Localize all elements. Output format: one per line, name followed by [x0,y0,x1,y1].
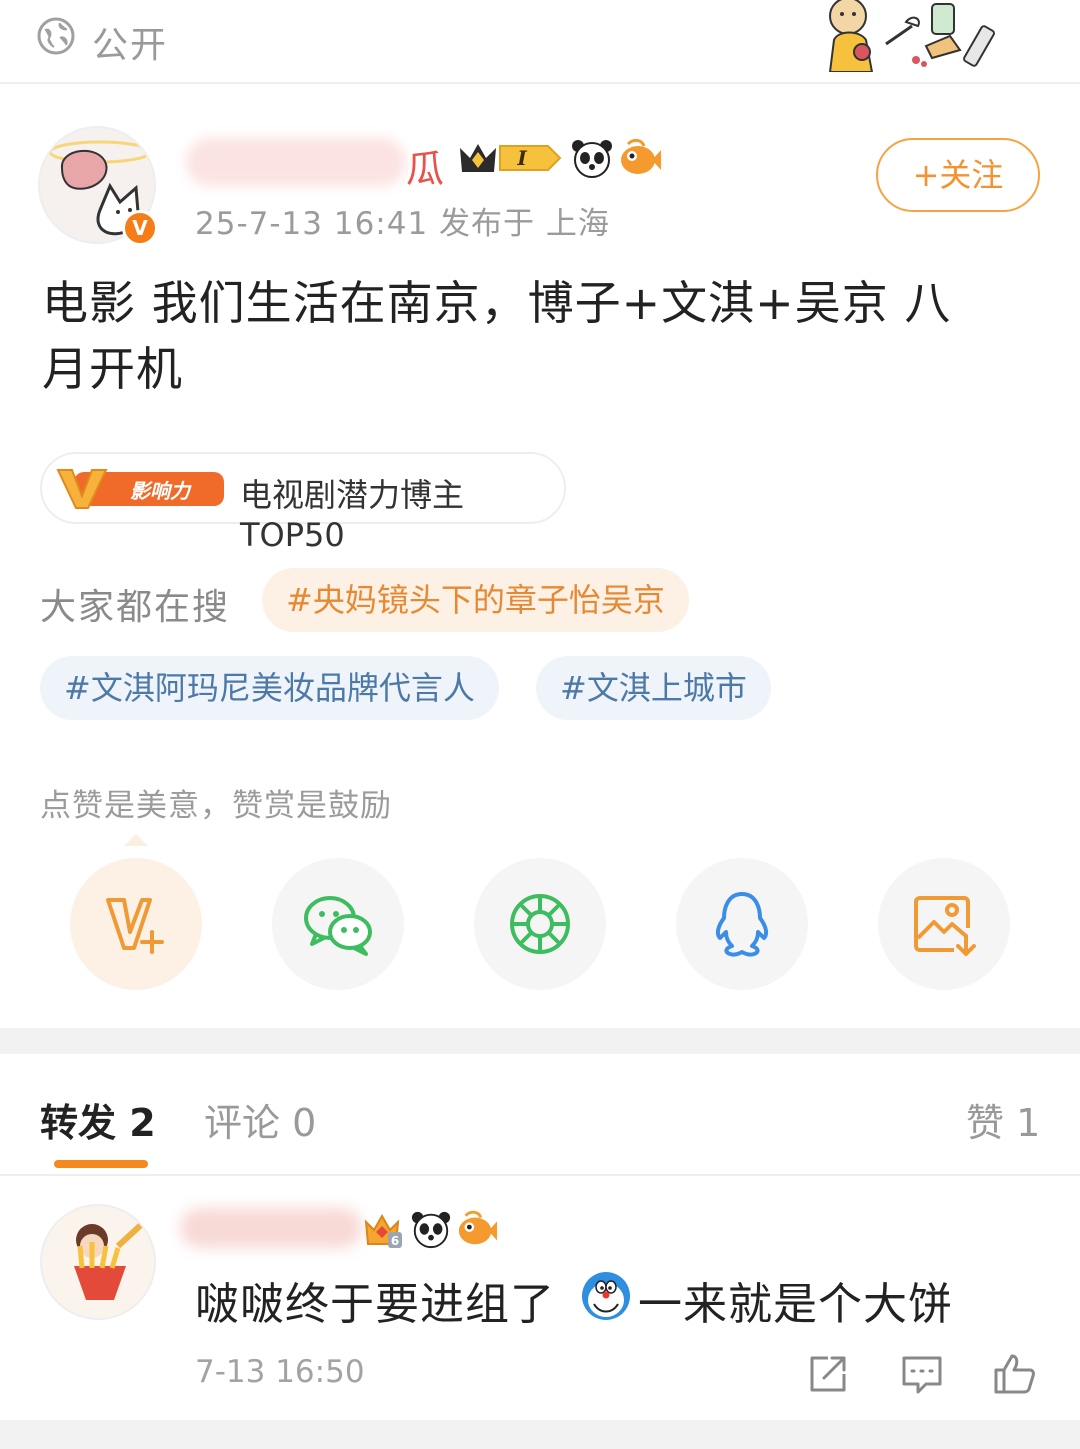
trending-tag[interactable]: #央妈镜头下的章子怡吴京 [262,568,689,632]
share-qq-button[interactable] [676,858,808,990]
decorative-sticker [828,0,995,72]
tab-likes[interactable]: 赞 1 [966,1092,1040,1147]
trending-label: 大家都在搜 [40,587,231,628]
share-wechat-button[interactable] [272,858,404,990]
panda-badge-icon [411,1211,451,1249]
author-name[interactable]: 瓜 [406,138,444,193]
level-badge-text: I [516,146,527,170]
trending-tag[interactable]: #文淇阿玛尼美妆品牌代言人 [40,656,499,720]
share-moments-button[interactable] [474,858,606,990]
panda-badge-icon [572,140,612,178]
comment-text: 一来就是个大饼 [638,1279,953,1330]
hint-caret [124,834,148,846]
reward-button[interactable] [70,858,202,990]
verified-badge: V [122,210,158,246]
commenter-name-redacted[interactable] [180,1208,362,1248]
post-text-line: 电影 我们生活在南京，博子+文淇+吴京 八 [42,276,952,330]
influence-badge-text: 影响力 [130,479,192,503]
active-tab-indicator [54,1160,148,1168]
tab-comments[interactable]: 评论 0 [204,1092,316,1147]
reward-hint: 点赞是美意，赞赏是鼓励 [40,788,392,824]
qq-icon [715,892,769,957]
moments-icon [510,894,570,954]
influence-badge[interactable]: 影响力 电视剧潜力博主TOP50 [40,452,566,554]
bottom-divider [0,1420,1080,1449]
repost-icon[interactable] [806,1352,850,1396]
globe-icon [37,17,75,55]
fish-badge-icon [621,138,661,174]
doraemon-emoji-icon [582,1272,630,1320]
author-name-redacted[interactable] [186,138,406,186]
fish-badge-icon [458,1210,498,1245]
comment-icon[interactable] [900,1352,944,1396]
post-text: 电影 我们生活在南京，博子+文淇+吴京 八 月开机 [42,270,1042,402]
commenter-avatar-image [74,1221,145,1300]
tab-reposts[interactable]: 转发 2 [40,1092,156,1147]
influence-label: 电视剧潜力博主TOP50 [240,476,465,554]
influence-v-icon: 影响力 [56,469,224,509]
visibility-label: 公开 [92,25,169,66]
section-divider [0,1028,1080,1054]
follow-button[interactable]: +关注 [876,138,1040,212]
member-crown-badge-icon: I [460,144,562,172]
comment-time: 7-13 16:50 [195,1354,365,1390]
comment-text: 啵啵终于要进组了 [195,1279,555,1330]
reward-icon [106,898,164,954]
post-text-line: 月开机 [42,342,183,396]
like-icon[interactable] [992,1352,1036,1396]
commenter-avatar[interactable] [40,1204,156,1320]
trending-tag[interactable]: #文淇上城市 [536,656,771,720]
tabs-divider [0,1174,1080,1176]
save-image-button[interactable] [878,858,1010,990]
top-bar: 公开 [0,0,1080,84]
crown-level-badge-icon: 6 [364,1213,402,1248]
save-image-icon [914,896,976,956]
wechat-icon [304,896,372,956]
comment-level-badge-text: 6 [391,1234,399,1248]
post-meta: 25-7-13 16:41 发布于 上海 [195,206,610,242]
